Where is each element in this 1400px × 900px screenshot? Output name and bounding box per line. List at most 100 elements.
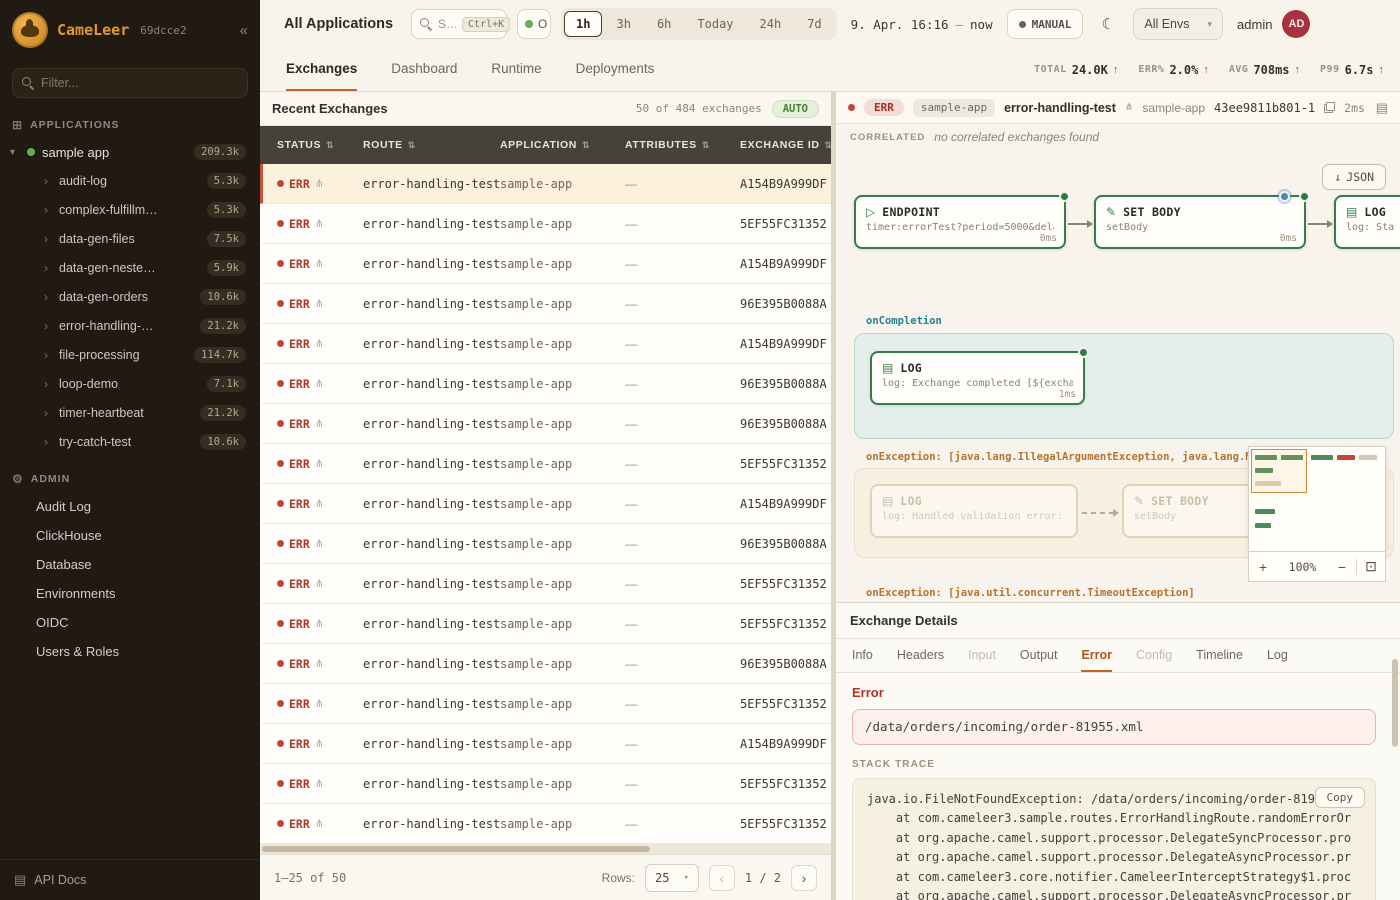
- time-range-button[interactable]: 24h: [748, 11, 794, 37]
- time-range-button[interactable]: 6h: [645, 11, 683, 37]
- main-tab[interactable]: Dashboard: [391, 48, 457, 91]
- flow-canvas[interactable]: ↓ JSON ▷ ENDPOINT timer:errorTest?period…: [836, 150, 1400, 602]
- flow-node-setbody[interactable]: ✎ SET BODY setBody 0ms: [1094, 195, 1306, 249]
- exchange-row[interactable]: ERR ⋔ error-handling-test sample-app — A…: [260, 324, 831, 364]
- refresh-mode-button[interactable]: MANUAL: [1007, 9, 1084, 39]
- flow-minimap[interactable]: [1248, 446, 1386, 552]
- sidebar-item-sample-app[interactable]: ▾ sample app 209.3k: [0, 138, 260, 166]
- errors-only-toggle[interactable]: O: [517, 9, 551, 39]
- avatar[interactable]: AD: [1282, 10, 1310, 38]
- flow-node-log[interactable]: ▤ LOG log: Sta: [1334, 195, 1400, 249]
- exchange-row[interactable]: ERR ⋔ error-handling-test sample-app — 5…: [260, 684, 831, 724]
- sidebar-collapse-icon[interactable]: «: [240, 22, 248, 39]
- exchange-row[interactable]: ERR ⋔ error-handling-test sample-app — 9…: [260, 524, 831, 564]
- sidebar-route-item[interactable]: › loop-demo 7.1k: [0, 369, 260, 398]
- sidebar-filter[interactable]: [12, 68, 248, 98]
- exchange-row[interactable]: ERR ⋔ error-handling-test sample-app — A…: [260, 484, 831, 524]
- global-search[interactable]: Ctrl+K: [411, 9, 507, 39]
- zoom-in-button[interactable]: +: [1249, 559, 1277, 575]
- auto-refresh-badge[interactable]: AUTO: [772, 100, 819, 118]
- details-tab[interactable]: Config: [1136, 639, 1172, 672]
- sidebar-admin-item[interactable]: ClickHouse: [0, 521, 260, 550]
- sidebar-route-item[interactable]: › timer-heartbeat 21.2k: [0, 398, 260, 427]
- sidebar-route-item[interactable]: › try-catch-test 10.6k: [0, 427, 260, 456]
- sort-icon: ⇅: [825, 140, 831, 151]
- sidebar-route-item[interactable]: › file-processing 114.7k: [0, 340, 260, 369]
- details-tab[interactable]: Timeline: [1196, 639, 1243, 672]
- environment-selector[interactable]: All Envs ▾: [1133, 8, 1223, 40]
- application-cell: sample-app: [500, 497, 625, 511]
- status-cell: ERR ⋔: [277, 817, 363, 831]
- sidebar-api-docs[interactable]: ▤ API Docs: [0, 859, 260, 900]
- minimap-viewport[interactable]: [1251, 449, 1307, 493]
- search-input[interactable]: [438, 17, 456, 31]
- sidebar-route-item[interactable]: › complex-fulfillm… 5.3k: [0, 195, 260, 224]
- column-header[interactable]: STATUS ⇅: [277, 139, 363, 151]
- sidebar-route-item[interactable]: › error-handling-… 21.2k: [0, 311, 260, 340]
- time-range-button[interactable]: 1h: [564, 11, 602, 37]
- details-tab[interactable]: Input: [968, 639, 996, 672]
- sidebar-route-item[interactable]: › data-gen-files 7.5k: [0, 224, 260, 253]
- rows-per-page-select[interactable]: 25 ▾: [645, 864, 699, 892]
- scrollbar-thumb[interactable]: [262, 846, 650, 852]
- exchange-row[interactable]: ERR ⋔ error-handling-test sample-app — 5…: [260, 804, 831, 844]
- exchange-row[interactable]: ERR ⋔ error-handling-test sample-app — 5…: [260, 564, 831, 604]
- exchange-row[interactable]: ERR ⋔ error-handling-test sample-app — A…: [260, 164, 831, 204]
- sidebar-route-item[interactable]: › audit-log 5.3k: [0, 166, 260, 195]
- sidebar-admin-item[interactable]: Environments: [0, 579, 260, 608]
- time-range-button[interactable]: Today: [685, 11, 745, 37]
- flow-node-completion-log[interactable]: ▤ LOG log: Exchange completed [${exchan …: [870, 351, 1085, 405]
- column-header[interactable]: EXCHANGE ID ⇅: [740, 139, 831, 151]
- exchange-row[interactable]: ERR ⋔ error-handling-test sample-app — A…: [260, 724, 831, 764]
- exchange-row[interactable]: ERR ⋔ error-handling-test sample-app — 9…: [260, 364, 831, 404]
- exchange-row[interactable]: ERR ⋔ error-handling-test sample-app — 9…: [260, 404, 831, 444]
- column-header[interactable]: APPLICATION ⇅: [500, 139, 625, 151]
- sidebar-admin-item[interactable]: Users & Roles: [0, 637, 260, 666]
- horizontal-scrollbar[interactable]: [260, 844, 831, 854]
- column-header[interactable]: ROUTE ⇅: [363, 139, 500, 151]
- main-tab[interactable]: Deployments: [576, 48, 655, 91]
- details-tab-bar: Info Headers Input Output Error Config: [836, 639, 1400, 673]
- application-chip[interactable]: sample-app: [913, 99, 995, 117]
- details-tab[interactable]: Info: [852, 639, 873, 672]
- route-name-label[interactable]: error-handling-test: [1004, 101, 1116, 115]
- exchange-row[interactable]: ERR ⋔ error-handling-test sample-app — 5…: [260, 444, 831, 484]
- sidebar-admin-item[interactable]: Database: [0, 550, 260, 579]
- sidebar-admin-item[interactable]: Audit Log: [0, 492, 260, 521]
- node-title: SET BODY: [1151, 494, 1209, 508]
- flow-node-exception-log[interactable]: ▤ LOG log: Handled validation error: ${e…: [870, 484, 1078, 538]
- copy-button[interactable]: Copy: [1315, 787, 1366, 808]
- time-range-button[interactable]: 7d: [795, 11, 833, 37]
- prev-page-button[interactable]: ‹: [709, 865, 735, 891]
- next-page-button[interactable]: ›: [791, 865, 817, 891]
- zoom-out-button[interactable]: −: [1328, 559, 1356, 575]
- details-tab[interactable]: Error: [1081, 639, 1112, 672]
- copy-icon[interactable]: [1324, 102, 1335, 113]
- sidebar-route-item[interactable]: › data-gen-orders 10.6k: [0, 282, 260, 311]
- details-tab[interactable]: Log: [1267, 639, 1288, 672]
- exchange-row[interactable]: ERR ⋔ error-handling-test sample-app — 9…: [260, 284, 831, 324]
- sidebar-admin-item[interactable]: OIDC: [0, 608, 260, 637]
- dark-mode-toggle[interactable]: ☾: [1093, 9, 1123, 39]
- details-tab[interactable]: Output: [1020, 639, 1058, 672]
- download-json-button[interactable]: ↓ JSON: [1322, 164, 1386, 190]
- main-tab[interactable]: Runtime: [491, 48, 541, 91]
- exchange-row[interactable]: ERR ⋔ error-handling-test sample-app — A…: [260, 244, 831, 284]
- status-badge: ERR: [289, 457, 310, 471]
- details-tab[interactable]: Headers: [897, 639, 944, 672]
- date-range[interactable]: 9. Apr. 16:16 — now: [847, 17, 997, 32]
- vertical-scrollbar[interactable]: [1392, 659, 1398, 747]
- time-range-button[interactable]: 3h: [604, 11, 642, 37]
- main-tab[interactable]: Exchanges: [286, 48, 357, 91]
- exchange-row[interactable]: ERR ⋔ error-handling-test sample-app — 9…: [260, 644, 831, 684]
- exchange-row[interactable]: ERR ⋔ error-handling-test sample-app — 5…: [260, 204, 831, 244]
- flow-node-endpoint[interactable]: ▷ ENDPOINT timer:errorTest?period=5000&d…: [854, 195, 1066, 249]
- exchange-row[interactable]: ERR ⋔ error-handling-test sample-app — 5…: [260, 604, 831, 644]
- exchange-row[interactable]: ERR ⋔ error-handling-test sample-app — 5…: [260, 764, 831, 804]
- sidebar-route-item[interactable]: › data-gen-neste… 5.9k: [0, 253, 260, 282]
- filter-input[interactable]: [41, 76, 238, 90]
- column-header[interactable]: ATTRIBUTES ⇅: [625, 139, 740, 151]
- fit-view-button[interactable]: ⊡: [1357, 558, 1385, 575]
- stat-value: 2.0%: [1169, 63, 1198, 77]
- document-icon[interactable]: ▤: [1376, 100, 1388, 116]
